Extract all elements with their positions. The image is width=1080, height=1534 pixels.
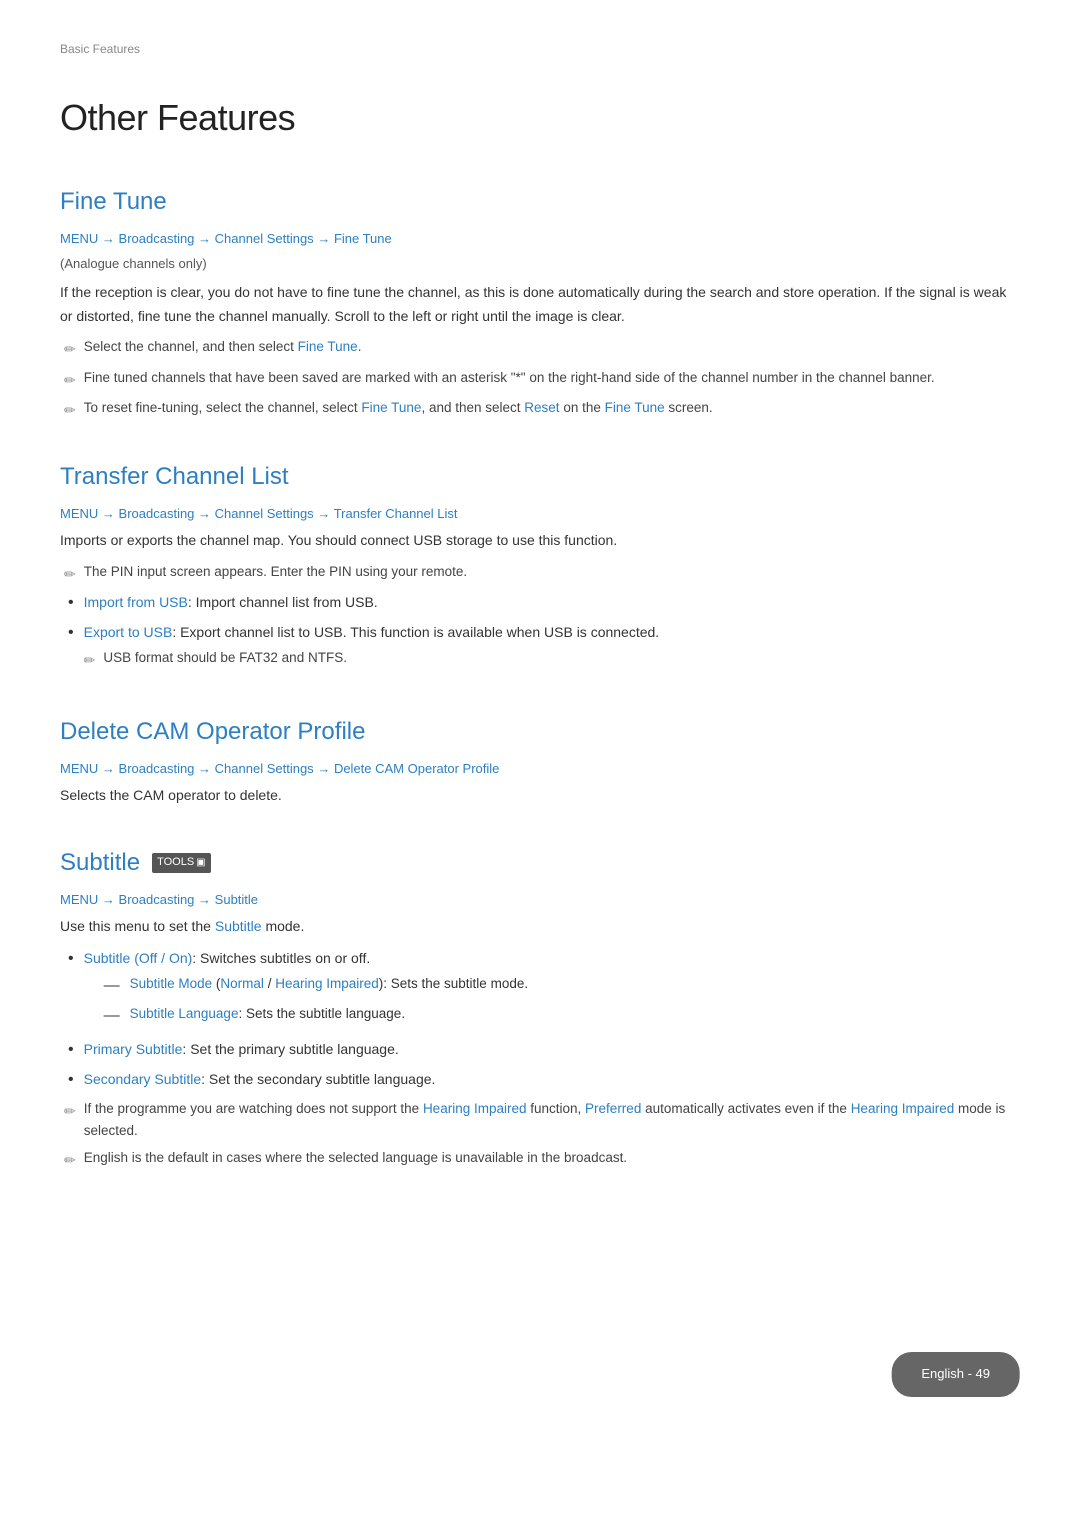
menu-path-subtitle: MENU → Broadcasting → Subtitle bbox=[60, 890, 1020, 911]
subtitle-bullet-list: Subtitle (Off / On): Switches subtitles … bbox=[68, 947, 1020, 1093]
fine-tune-note-3: ✏ To reset fine-tuning, select the chann… bbox=[60, 397, 1020, 421]
subtitle-pencil-note-2: ✏ English is the default in cases where … bbox=[60, 1147, 1020, 1171]
pencil-icon: ✏ bbox=[64, 1149, 76, 1171]
usb-format-note: ✏ USB format should be FAT32 and NTFS. bbox=[84, 647, 660, 671]
pencil-icon: ✏ bbox=[64, 338, 76, 360]
footer: English - 49 bbox=[891, 1352, 1020, 1397]
fine-tune-note-1: ✏ Select the channel, and then select Fi… bbox=[60, 336, 1020, 360]
section-title-fine-tune: Fine Tune bbox=[60, 183, 1020, 221]
subtitle-sub-list: Subtitle Mode (Normal / Hearing Impaired… bbox=[104, 973, 528, 1028]
transfer-channel-bullet-list: Import from USB: Import channel list fro… bbox=[68, 591, 1020, 677]
tools-badge: TOOLS ▣ bbox=[152, 853, 211, 873]
pencil-icon: ✏ bbox=[64, 369, 76, 391]
badge-icon: ▣ bbox=[196, 855, 205, 871]
delete-cam-description: Selects the CAM operator to delete. bbox=[60, 784, 1020, 808]
pencil-icon: ✏ bbox=[84, 649, 96, 671]
section-title-subtitle: Subtitle TOOLS ▣ bbox=[60, 844, 1020, 882]
subtitle-pencil-note-1: ✏ If the programme you are watching does… bbox=[60, 1098, 1020, 1141]
section-title-transfer-channel-list: Transfer Channel List bbox=[60, 458, 1020, 496]
section-title-delete-cam: Delete CAM Operator Profile bbox=[60, 713, 1020, 751]
list-item-subtitle-mode: Subtitle Mode (Normal / Hearing Impaired… bbox=[104, 973, 528, 999]
pencil-icon: ✏ bbox=[64, 1100, 76, 1122]
subtitle-description: Use this menu to set the Subtitle mode. bbox=[60, 915, 1020, 939]
transfer-channel-description: Imports or exports the channel map. You … bbox=[60, 529, 1020, 553]
list-item-secondary-subtitle: Secondary Subtitle: Set the secondary su… bbox=[68, 1068, 1020, 1092]
list-item-subtitle-on-off: Subtitle (Off / On): Switches subtitles … bbox=[68, 947, 1020, 1033]
breadcrumb: Basic Features bbox=[60, 40, 1020, 59]
list-item-import-usb: Import from USB: Import channel list fro… bbox=[68, 591, 1020, 615]
menu-path-transfer-channel-list: MENU → Broadcasting → Channel Settings →… bbox=[60, 504, 1020, 525]
fine-tune-subtitle: (Analogue channels only) bbox=[60, 254, 1020, 275]
transfer-channel-pin-note: ✏ The PIN input screen appears. Enter th… bbox=[60, 561, 1020, 585]
pencil-icon: ✏ bbox=[64, 563, 76, 585]
fine-tune-description: If the reception is clear, you do not ha… bbox=[60, 281, 1020, 329]
menu-path-fine-tune: MENU → Broadcasting → Channel Settings →… bbox=[60, 229, 1020, 250]
list-item-subtitle-language: Subtitle Language: Sets the subtitle lan… bbox=[104, 1003, 528, 1029]
pencil-icon: ✏ bbox=[64, 399, 76, 421]
fine-tune-note-2: ✏ Fine tuned channels that have been sav… bbox=[60, 367, 1020, 391]
list-item-primary-subtitle: Primary Subtitle: Set the primary subtit… bbox=[68, 1038, 1020, 1062]
page-title: Other Features bbox=[60, 89, 1020, 147]
list-item-export-usb: Export to USB: Export channel list to US… bbox=[68, 621, 1020, 677]
menu-path-delete-cam: MENU → Broadcasting → Channel Settings →… bbox=[60, 759, 1020, 780]
